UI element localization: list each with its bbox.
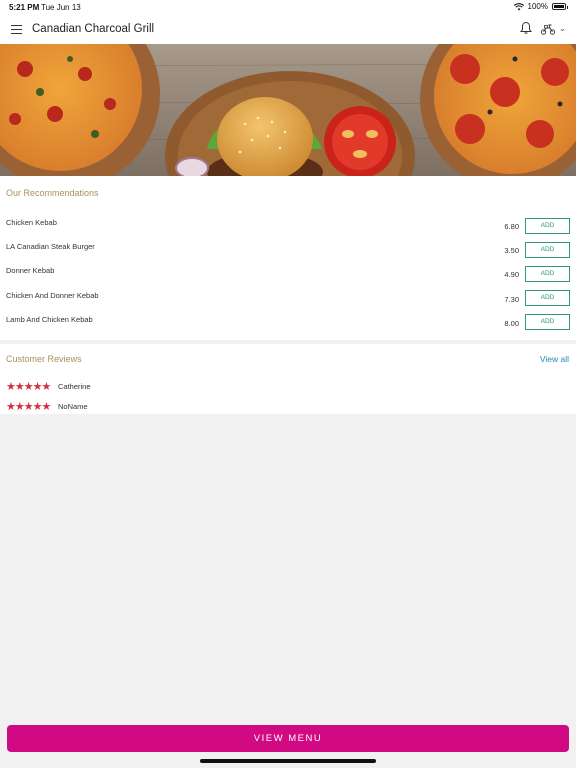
review-row: ★★★★★ NoName: [6, 400, 88, 413]
item-name: Chicken And Donner Kebab: [6, 290, 99, 300]
list-item: Chicken Kebab 6.80 ADD: [0, 216, 576, 240]
scooter-icon[interactable]: [540, 23, 556, 35]
recommendations-list: Chicken Kebab 6.80 ADD LA Canadian Steak…: [0, 216, 576, 337]
star-rating: ★★★★★: [6, 380, 51, 393]
add-button[interactable]: ADD: [525, 217, 570, 234]
item-name: LA Canadian Steak Burger: [6, 242, 95, 252]
list-item: Chicken And Donner Kebab 7.30 ADD: [0, 289, 576, 313]
list-item: Donner Kebab 4.90 ADD: [0, 264, 576, 288]
home-indicator: [200, 759, 376, 763]
battery-icon: [552, 3, 568, 10]
add-button[interactable]: ADD: [525, 241, 570, 258]
wifi-icon: [513, 2, 524, 10]
item-name: Lamb And Chicken Kebab: [6, 314, 93, 324]
recommendations-title: Our Recommendations: [6, 188, 99, 198]
menu-icon[interactable]: [11, 25, 22, 34]
chevron-down-icon[interactable]: ⌄: [559, 24, 566, 33]
battery-percent: 100%: [527, 2, 548, 11]
view-menu-button[interactable]: VIEW MENU: [7, 725, 569, 752]
item-price: 4.90: [504, 270, 519, 280]
item-price: 6.80: [504, 222, 519, 231]
reviewer-name: Catherine: [58, 381, 91, 391]
list-item: Lamb And Chicken Kebab 8.00 ADD: [0, 313, 576, 337]
status-bar: 5:21 PM Tue Jun 13 100%: [0, 0, 576, 14]
reviews-title: Customer Reviews: [6, 354, 82, 364]
item-price: 3.50: [504, 246, 519, 256]
item-price: 8.00: [504, 318, 519, 328]
item-price: 7.30: [504, 294, 519, 304]
star-rating: ★★★★★: [6, 400, 51, 413]
add-button[interactable]: ADD: [525, 290, 570, 307]
add-button[interactable]: ADD: [525, 265, 570, 282]
page-title: Canadian Charcoal Grill: [32, 23, 155, 35]
add-button[interactable]: ADD: [525, 314, 570, 331]
bell-icon[interactable]: [519, 21, 533, 35]
status-time: 5:21 PM: [9, 3, 40, 12]
app-header: Canadian Charcoal Grill ⌄: [0, 14, 576, 44]
list-item: LA Canadian Steak Burger 3.50 ADD: [0, 240, 576, 264]
view-all-link[interactable]: View all: [540, 354, 569, 364]
review-row: ★★★★★ Catherine: [6, 380, 91, 393]
recommendations-section: Our Recommendations Chicken Kebab 6.80 A…: [0, 176, 576, 340]
hero-banner-image: [0, 44, 576, 176]
reviewer-name: NoName: [58, 401, 88, 411]
item-name: Chicken Kebab: [6, 218, 57, 227]
item-name: Donner Kebab: [6, 266, 55, 276]
status-right: 100%: [513, 2, 568, 11]
reviews-section: Customer Reviews View all ★★★★★ Catherin…: [0, 344, 576, 414]
status-date: Tue Jun 13: [41, 3, 81, 12]
